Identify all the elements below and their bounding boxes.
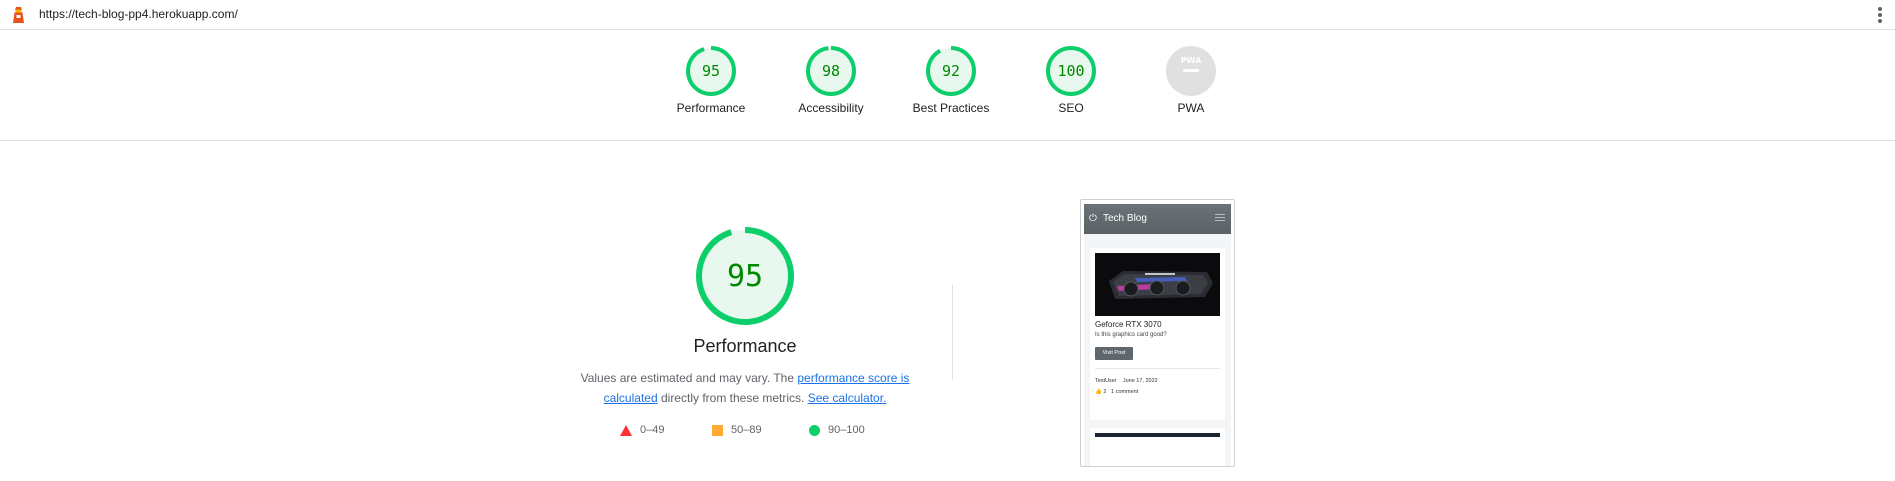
- screenshot-navbar: ⏻ Tech Blog: [1084, 204, 1231, 234]
- gauge-best-practices[interactable]: 92 Best Practices: [901, 45, 1001, 115]
- triangle-icon: [620, 424, 632, 436]
- legend-average: 50–89: [712, 424, 762, 436]
- visit-post-button[interactable]: Visit Post: [1095, 347, 1133, 360]
- kebab-menu-icon[interactable]: [1877, 6, 1883, 24]
- score-legend: 0–49 50–89 90–100: [560, 424, 930, 442]
- tested-url[interactable]: https://tech-blog-pp4.herokuapp.com/: [39, 7, 238, 21]
- seo-score-ring: 100: [1046, 46, 1096, 96]
- hamburger-icon: [1215, 214, 1225, 223]
- best-practices-score-ring: 92: [926, 46, 976, 96]
- gauge-performance[interactable]: 95 Performance: [661, 45, 761, 115]
- pwa-label: PWA: [1177, 101, 1205, 115]
- performance-label: Performance: [676, 101, 746, 115]
- performance-gauge-large: 95: [696, 227, 794, 325]
- post-author: TestUser: [1095, 378, 1117, 384]
- post-stats: 👍 2 1 comment: [1095, 389, 1138, 395]
- performance-title: Performance: [693, 336, 797, 356]
- svg-text:PWA: PWA: [1181, 56, 1202, 65]
- square-icon: [712, 424, 723, 436]
- power-icon: ⏻: [1089, 213, 1097, 224]
- accessibility-score-ring: 98: [806, 46, 856, 96]
- see-calculator-link[interactable]: See calculator.: [808, 391, 887, 405]
- post-card: Geforce RTX 3070 Is this graphics card g…: [1090, 248, 1225, 420]
- post-title: Geforce RTX 3070: [1095, 320, 1162, 329]
- seo-score: 100: [1057, 62, 1084, 80]
- accessibility-label: Accessibility: [798, 101, 864, 115]
- post-date: June 17, 2022: [1122, 378, 1158, 384]
- screenshot-content: Geforce RTX 3070 Is this graphics card g…: [1084, 234, 1231, 466]
- gauge-pwa[interactable]: PWA PWA: [1141, 45, 1241, 115]
- next-post-card: [1090, 428, 1225, 466]
- post-subtitle: Is this graphics card good?: [1095, 332, 1167, 338]
- report-header: https://tech-blog-pp4.herokuapp.com/: [0, 0, 1895, 30]
- category-summary: 95 Performance 98 Accessibility 92 Best …: [0, 31, 1895, 141]
- performance-description: Values are estimated and may vary. The p…: [580, 371, 910, 405]
- legend-pass: 90–100: [809, 424, 865, 436]
- graphics-card-image: [1095, 253, 1220, 316]
- screenshot-brand: Tech Blog: [1103, 213, 1147, 224]
- gauge-accessibility[interactable]: 98 Accessibility: [781, 45, 881, 115]
- like-count: 2: [1103, 389, 1107, 395]
- legend-fail: 0–49: [620, 424, 664, 436]
- card-divider: [1095, 368, 1220, 369]
- lighthouse-icon: [13, 7, 24, 23]
- performance-score-large: 95: [727, 259, 763, 294]
- seo-label: SEO: [1058, 101, 1084, 115]
- post-meta: TestUser June 17, 2022: [1095, 378, 1158, 384]
- pwa-badge-icon: PWA: [1166, 46, 1216, 96]
- gauge-seo[interactable]: 100 SEO: [1021, 45, 1121, 115]
- circle-icon: [809, 424, 820, 436]
- best-practices-label: Best Practices: [912, 101, 990, 115]
- best-practices-score: 92: [942, 62, 960, 80]
- accessibility-score: 98: [822, 62, 840, 80]
- performance-score: 95: [702, 62, 720, 80]
- final-screenshot[interactable]: ⏻ Tech Blog Geforce RTX 3070 Is this gra…: [1080, 199, 1235, 467]
- thumbs-up-icon: 👍: [1095, 389, 1102, 395]
- vertical-divider: [952, 285, 953, 380]
- comment-count: 1 comment: [1111, 389, 1139, 395]
- performance-score-ring: 95: [686, 46, 736, 96]
